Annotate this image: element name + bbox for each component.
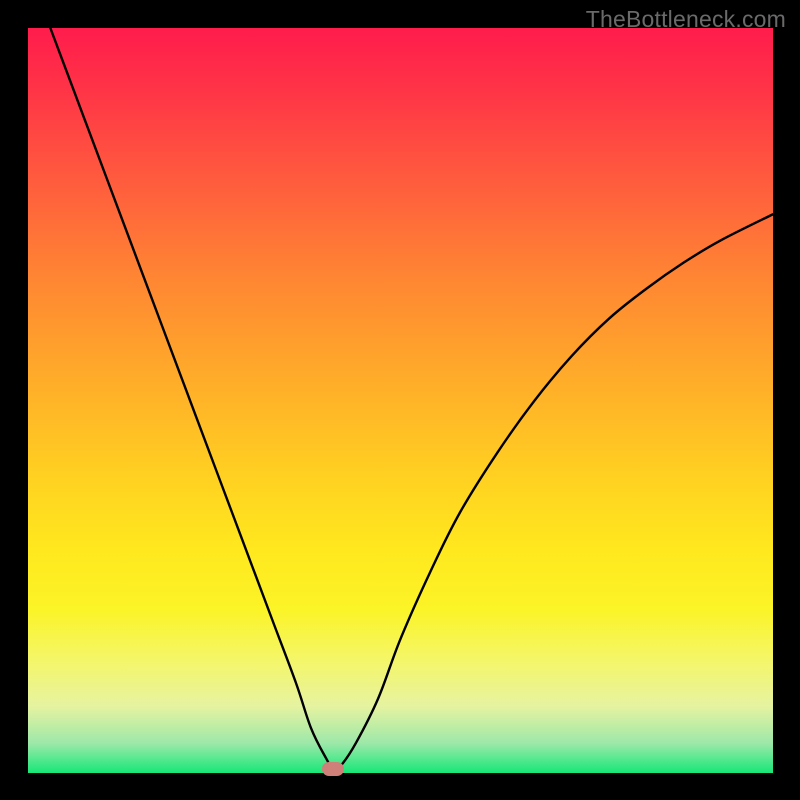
bottleneck-curve — [28, 28, 773, 773]
minimum-marker — [322, 762, 344, 776]
watermark-text: TheBottleneck.com — [586, 6, 786, 33]
chart-frame — [28, 28, 773, 773]
